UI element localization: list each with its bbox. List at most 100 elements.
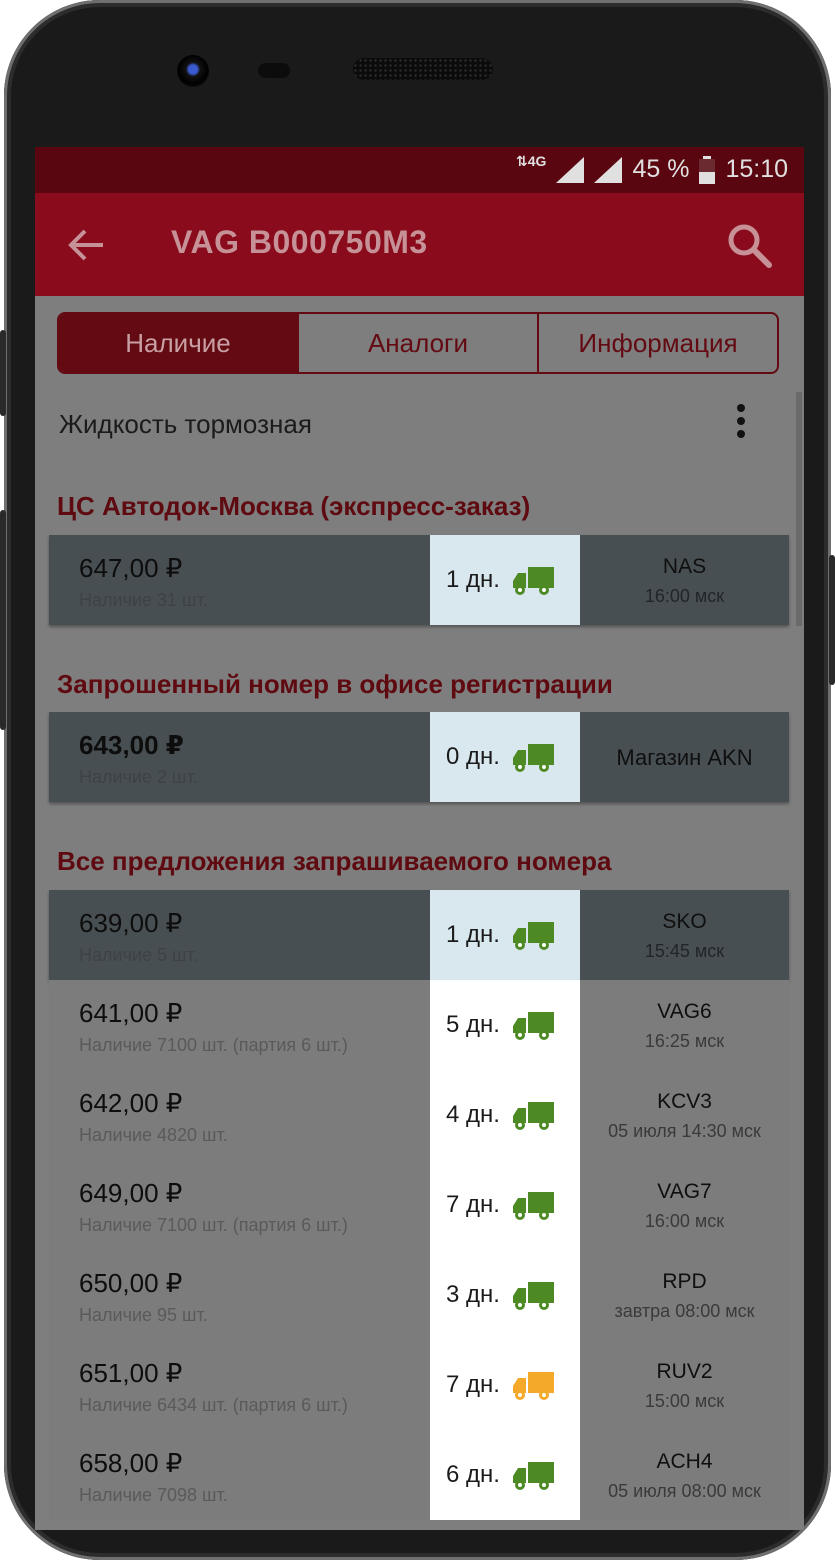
- supplier-cell: ACH4 05 июля 08:00 мск: [580, 1430, 789, 1520]
- offer-row[interactable]: 642,00 ₽ Наличие 4820 шт. 4 дн. KCV3 05 …: [49, 1070, 789, 1160]
- section-title-express: ЦС Автодок-Москва (экспресс-заказ): [57, 491, 531, 521]
- proximity-sensor: [258, 63, 290, 78]
- truck-icon: [512, 922, 554, 950]
- truck-icon: [512, 1012, 554, 1040]
- tab-availability[interactable]: Наличие: [59, 314, 297, 372]
- supplier-name: SKO: [662, 910, 707, 933]
- supplier-time: 15:45 мск: [644, 941, 725, 961]
- page-title: VAG B000750M3: [171, 224, 428, 260]
- offer-row[interactable]: 649,00 ₽ Наличие 7100 шт. (партия 6 шт.)…: [49, 1160, 789, 1250]
- supplier-time: 05 июля 14:30 мск: [608, 1121, 761, 1141]
- truck-icon: [512, 1462, 554, 1490]
- supplier-cell: RPD завтра 08:00 мск: [580, 1250, 789, 1340]
- offer-stock: Наличие 2 шт.: [79, 767, 198, 787]
- offer-price: 647,00 ₽: [79, 553, 183, 583]
- section-title-all-offers: Все предложения запрашиваемого номера: [57, 846, 612, 876]
- offer-price: 658,00 ₽: [79, 1448, 183, 1478]
- truck-icon: [512, 1102, 554, 1130]
- supplier-name: NAS: [662, 555, 707, 578]
- delivery-cell: 4 дн.: [430, 1070, 580, 1160]
- delivery-days: 0 дн.: [446, 743, 500, 770]
- tab-bar: Наличие Аналоги Информация: [57, 312, 779, 374]
- offer-price: 649,00 ₽: [79, 1178, 183, 1208]
- delivery-cell: 3 дн.: [430, 1250, 580, 1340]
- offer-stock: Наличие 7100 шт. (партия 6 шт.): [79, 1035, 348, 1055]
- offer-row[interactable]: 658,00 ₽ Наличие 7098 шт. 6 дн. ACH4 05 …: [49, 1430, 789, 1520]
- screen: ⇅4G 45 % 15:10 VAG B000750M3 Наличие Ана…: [35, 147, 804, 1530]
- offer-stock: Наличие 6434 шт. (партия 6 шт.): [79, 1395, 348, 1415]
- supplier-cell: VAG7 16:00 мск: [580, 1160, 789, 1250]
- truck-icon: [512, 744, 554, 772]
- supplier-name: VAG6: [657, 1000, 712, 1023]
- delivery-cell: 0 дн.: [430, 712, 580, 802]
- supplier-name: ACH4: [656, 1450, 713, 1473]
- offer-card[interactable]: 647,00 ₽ Наличие 31 шт. 1 дн. NAS 16:00 …: [49, 535, 789, 625]
- supplier-cell: NAS 16:00 мск: [580, 535, 789, 625]
- more-vert-icon[interactable]: [731, 402, 751, 446]
- section-title-office: Запрошенный номер в офисе регистрации: [57, 669, 613, 699]
- signal-icon-2: [594, 156, 623, 183]
- offer-row[interactable]: 641,00 ₽ Наличие 7100 шт. (партия 6 шт.)…: [49, 980, 789, 1070]
- supplier-cell: SKO 15:45 мск: [580, 890, 789, 980]
- power-button: [829, 555, 835, 685]
- delivery-days: 7 дн.: [446, 1191, 500, 1218]
- truck-icon: [512, 1192, 554, 1220]
- delivery-days: 1 дн.: [446, 921, 500, 948]
- offer-stock: Наличие 5 шт.: [79, 945, 198, 965]
- clock: 15:10: [725, 155, 788, 183]
- offer-card[interactable]: 643,00 ₽ Наличие 2 шт. 0 дн. Магазин AKN: [49, 712, 789, 802]
- volume-button: [0, 330, 6, 416]
- supplier-name: RPD: [662, 1270, 707, 1293]
- offer-price: 641,00 ₽: [79, 998, 183, 1028]
- delivery-days: 3 дн.: [446, 1281, 500, 1308]
- truck-icon: [512, 567, 554, 595]
- status-bar: ⇅4G 45 % 15:10: [35, 147, 804, 193]
- delivery-days: 6 дн.: [446, 1461, 500, 1488]
- offer-row[interactable]: 650,00 ₽ Наличие 95 шт. 3 дн. RPD завтра…: [49, 1250, 789, 1340]
- supplier-time: 05 июля 08:00 мск: [608, 1481, 761, 1501]
- delivery-cell: 7 дн.: [430, 1340, 580, 1430]
- phone-frame: ⇅4G 45 % 15:10 VAG B000750M3 Наличие Ана…: [0, 0, 835, 1560]
- supplier-name: RUV2: [656, 1360, 713, 1383]
- truck-icon: [512, 1372, 554, 1400]
- battery-level: 45 %: [632, 155, 690, 183]
- back-arrow-icon[interactable]: [67, 225, 107, 265]
- delivery-days: 4 дн.: [446, 1101, 500, 1128]
- supplier-time: 16:00 мск: [644, 586, 725, 606]
- supplier-time: 16:00 мск: [644, 1211, 725, 1231]
- offer-price: 639,00 ₽: [79, 908, 183, 938]
- tab-information[interactable]: Информация: [537, 314, 777, 372]
- main-content: Наличие Аналоги Информация Жидкость торм…: [35, 296, 804, 1530]
- offer-price: 650,00 ₽: [79, 1268, 183, 1298]
- supplier-name: VAG7: [657, 1180, 712, 1203]
- supplier-time: завтра 08:00 мск: [614, 1301, 755, 1321]
- tab-analogs[interactable]: Аналоги: [297, 314, 537, 372]
- offer-card[interactable]: 639,00 ₽ Наличие 5 шт. 1 дн. SKO 15:45 м…: [49, 890, 789, 980]
- delivery-cell: 5 дн.: [430, 980, 580, 1070]
- offer-stock: Наличие 7098 шт.: [79, 1485, 228, 1505]
- supplier-cell: KCV3 05 июля 14:30 мск: [580, 1070, 789, 1160]
- front-camera: [177, 55, 209, 87]
- truck-icon: [512, 1282, 554, 1310]
- supplier-time: 15:00 мск: [644, 1391, 725, 1411]
- delivery-cell: 1 дн.: [430, 535, 580, 625]
- battery-icon: [699, 155, 716, 184]
- offer-row[interactable]: 651,00 ₽ Наличие 6434 шт. (партия 6 шт.)…: [49, 1340, 789, 1430]
- supplier-cell: VAG6 16:25 мск: [580, 980, 789, 1070]
- search-icon[interactable]: [725, 221, 773, 269]
- signal-icon: [556, 156, 585, 183]
- offer-price: 651,00 ₽: [79, 1358, 183, 1388]
- delivery-days: 5 дн.: [446, 1011, 500, 1038]
- delivery-days: 1 дн.: [446, 566, 500, 593]
- offer-stock: Наличие 4820 шт.: [79, 1125, 228, 1145]
- supplier-cell: Магазин AKN: [580, 712, 789, 802]
- offer-stock: Наличие 31 шт.: [79, 590, 208, 610]
- supplier-time: 16:25 мск: [644, 1031, 725, 1051]
- supplier-name: KCV3: [657, 1090, 712, 1113]
- volume-button-lower: [0, 510, 6, 730]
- part-name: Жидкость тормозная: [59, 409, 312, 439]
- supplier-name: Магазин AKN: [616, 745, 753, 770]
- offer-stock: Наличие 95 шт.: [79, 1305, 208, 1325]
- scrollbar[interactable]: [796, 392, 802, 626]
- delivery-cell: 1 дн.: [430, 890, 580, 980]
